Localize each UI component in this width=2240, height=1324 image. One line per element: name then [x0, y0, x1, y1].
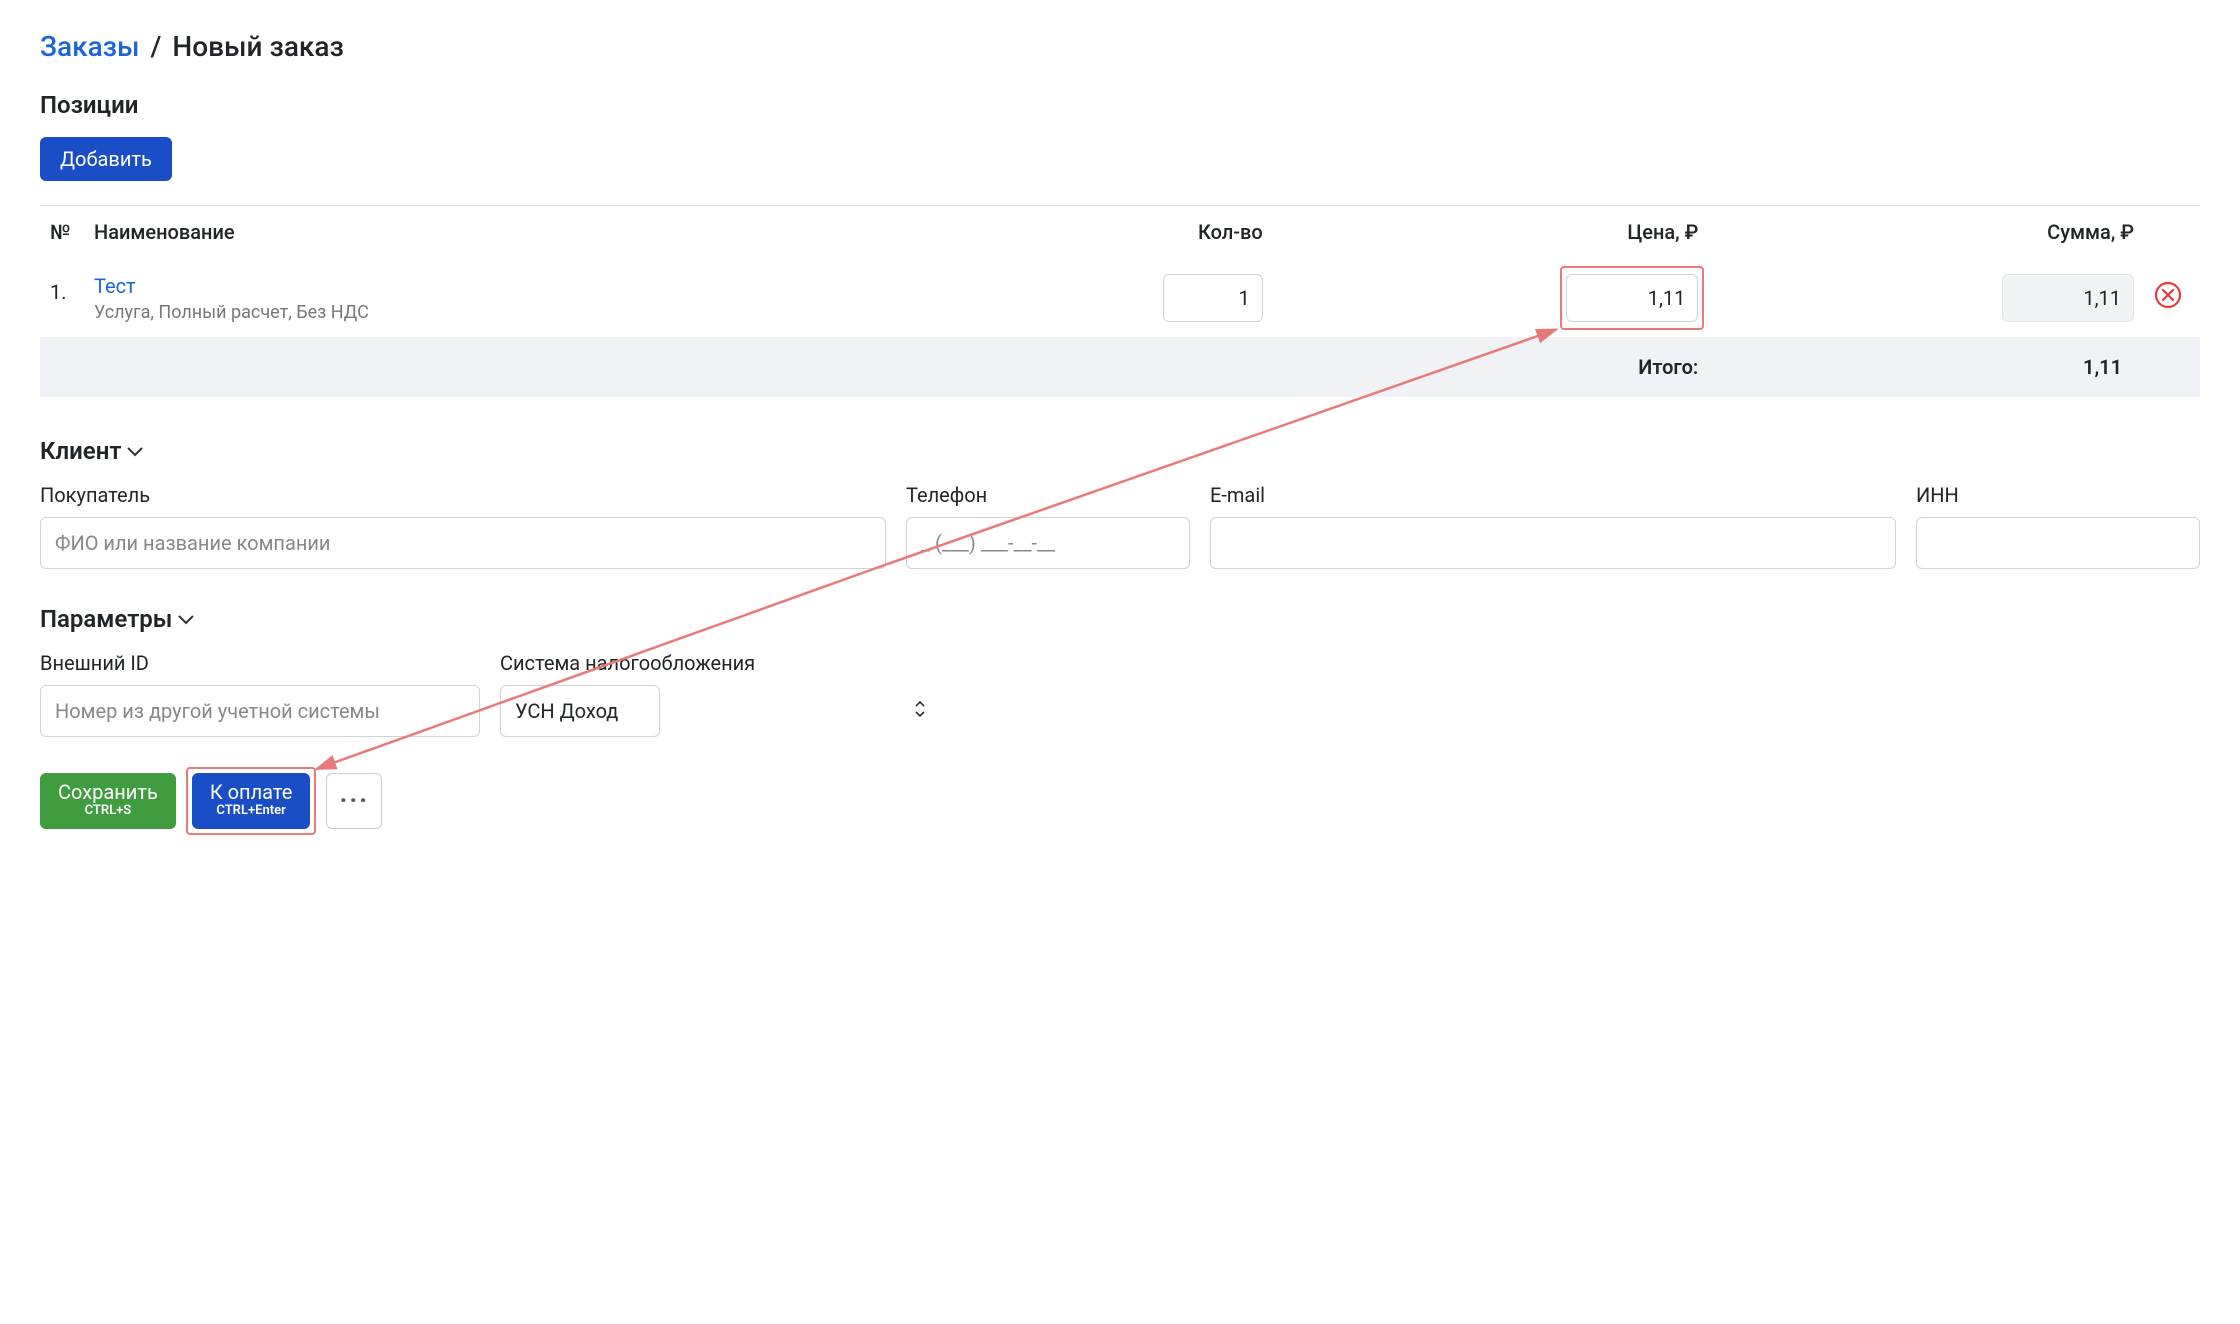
price-input[interactable] [1566, 274, 1698, 322]
qty-input[interactable] [1163, 274, 1263, 322]
item-meta: Услуга, Полный расчет, Без НДС [94, 302, 919, 323]
more-button[interactable]: ··· [326, 773, 382, 829]
row-index: 1. [40, 258, 84, 337]
email-input[interactable] [1210, 517, 1896, 569]
phone-input[interactable] [906, 517, 1190, 569]
tax-label: Система налогообложения [500, 651, 940, 675]
save-shortcut: CTRL+S [85, 804, 132, 819]
pay-label: К оплате [210, 781, 293, 804]
client-title-text: Клиент [40, 437, 121, 465]
buyer-label: Покупатель [40, 483, 886, 507]
client-section-title[interactable]: Клиент [40, 437, 2200, 465]
sum-output [2002, 274, 2134, 322]
chevron-down-icon [127, 441, 143, 462]
table-row: 1. Тест Услуга, Полный расчет, Без НДС [40, 258, 2200, 337]
orders-link[interactable]: Заказы [40, 30, 140, 63]
params-section-title[interactable]: Параметры [40, 605, 2200, 633]
pay-button[interactable]: К оплате CTRL+Enter [192, 773, 311, 829]
col-sum: Сумма, ₽ [1708, 206, 2144, 259]
buyer-input[interactable] [40, 517, 886, 569]
params-form: Внешний ID Система налогообложения УСН Д… [40, 651, 2200, 737]
chevron-down-icon [178, 609, 194, 630]
extid-input[interactable] [40, 685, 480, 737]
col-index: № [40, 206, 84, 259]
actions-bar: Сохранить CTRL+S К оплате CTRL+Enter ··· [40, 773, 2200, 829]
phone-label: Телефон [906, 483, 1190, 507]
positions-title: Позиции [40, 91, 2200, 119]
breadcrumb-separator: / [150, 30, 161, 63]
delete-icon[interactable] [2154, 281, 2182, 309]
more-label: ··· [340, 786, 370, 816]
col-price: Цена, ₽ [1273, 206, 1709, 259]
email-label: E-mail [1210, 483, 1896, 507]
pay-shortcut: CTRL+Enter [216, 804, 285, 819]
save-label: Сохранить [58, 781, 158, 804]
breadcrumb-current: Новый заказ [172, 30, 343, 63]
inn-label: ИНН [1916, 483, 2200, 507]
positions-title-text: Позиции [40, 91, 138, 119]
params-title-text: Параметры [40, 605, 172, 633]
tax-select[interactable]: УСН Доход [500, 685, 660, 737]
item-name-link[interactable]: Тест [94, 274, 919, 298]
total-value: 1,11 [1708, 337, 2144, 397]
select-caret-icon [914, 700, 926, 722]
add-button[interactable]: Добавить [40, 137, 172, 181]
col-name: Наименование [84, 206, 929, 259]
inn-input[interactable] [1916, 517, 2200, 569]
col-qty: Кол-во [929, 206, 1273, 259]
breadcrumb: Заказы / Новый заказ [40, 30, 2200, 63]
total-row: Итого: 1,11 [40, 337, 2200, 397]
client-form: Покупатель Телефон E-mail ИНН [40, 483, 2200, 569]
save-button[interactable]: Сохранить CTRL+S [40, 773, 176, 829]
total-label: Итого: [1273, 337, 1709, 397]
positions-table: № Наименование Кол-во Цена, ₽ Сумма, ₽ 1… [40, 205, 2200, 397]
extid-label: Внешний ID [40, 651, 480, 675]
